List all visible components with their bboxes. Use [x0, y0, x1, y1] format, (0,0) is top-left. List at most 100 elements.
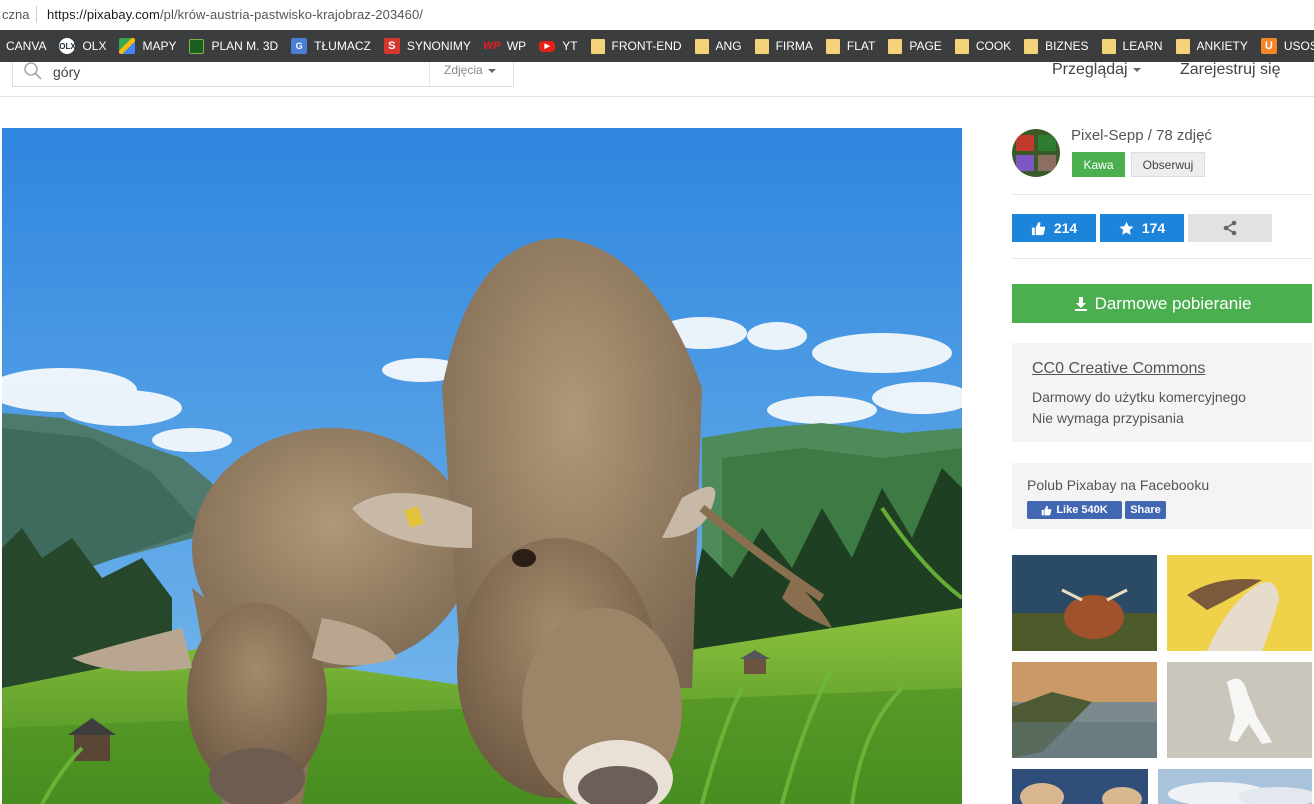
address-bar[interactable]: czna https://pixabay.com/pl/krów-austria… — [0, 0, 1314, 31]
main-photo[interactable] — [2, 128, 962, 804]
divider — [1012, 258, 1312, 259]
folder-icon — [1175, 38, 1190, 54]
bookmark-label: YT — [562, 39, 578, 53]
share-button[interactable] — [1188, 214, 1272, 242]
plan-icon — [189, 38, 205, 54]
separator — [36, 6, 37, 23]
search-bar: Zdjęcia — [12, 62, 514, 87]
bookmark-synonimy[interactable]: S SYNONIMY — [378, 30, 478, 62]
bookmark-flat[interactable]: FLAT — [820, 30, 882, 62]
bookmark-label: FRONT-END — [611, 39, 682, 53]
license-box: CC0 Creative Commons Darmowy do użytku k… — [1012, 343, 1312, 442]
share-icon — [1223, 220, 1237, 236]
star-icon — [1119, 221, 1134, 235]
chevron-down-icon — [1132, 67, 1141, 72]
register-link[interactable]: Zarejestruj się — [1180, 61, 1280, 79]
white-horse-image — [1167, 662, 1312, 758]
youtube-icon: ▶ — [539, 40, 556, 52]
avatar[interactable] — [1012, 129, 1060, 177]
favorites-count: 174 — [1141, 220, 1166, 236]
bookmark-page[interactable]: PAGE — [882, 30, 948, 62]
bookmark-learn[interactable]: LEARN — [1096, 30, 1170, 62]
author-name[interactable]: Pixel-Sepp — [1071, 127, 1144, 144]
related-thumb-animal[interactable] — [1012, 769, 1148, 804]
folder-icon — [1024, 38, 1039, 54]
related-thumb-white-horse[interactable] — [1167, 662, 1312, 758]
browse-menu[interactable]: Przeglądaj — [1052, 61, 1141, 79]
bookmark-label: ANKIETY — [1196, 39, 1248, 53]
related-thumb-clouds[interactable] — [1158, 769, 1312, 804]
horse-image — [1167, 555, 1312, 651]
bookmark-label: LEARN — [1122, 39, 1163, 53]
related-thumb-highland-cow[interactable] — [1012, 555, 1157, 651]
likes-count: 214 — [1053, 220, 1078, 236]
folder-icon — [754, 38, 769, 54]
search-icon — [24, 62, 42, 80]
bookmark-label: FIRMA — [775, 39, 813, 53]
bookmark-label: CANVA — [6, 39, 47, 53]
thumbs-up-icon — [1031, 221, 1045, 235]
bookmark-label: BIZNES — [1045, 39, 1089, 53]
bookmark-usos[interactable]: U USOS — [1255, 30, 1314, 62]
bookmark-label: COOK — [975, 39, 1012, 53]
folder-icon — [888, 38, 903, 54]
clouds-image — [1158, 769, 1312, 804]
url-host: https://pixabay.com — [47, 7, 160, 22]
folder-icon — [825, 38, 840, 54]
bookmark-ang[interactable]: ANG — [689, 30, 749, 62]
folder-icon — [954, 38, 969, 54]
download-button[interactable]: Darmowe pobieranie — [1012, 284, 1312, 323]
search-type-dropdown[interactable]: Zdjęcia — [429, 62, 513, 86]
bookmark-label: SYNONIMY — [406, 39, 471, 53]
bookmark-label: TŁUMACZ — [314, 39, 371, 53]
facebook-like-button[interactable]: Like 540K — [1027, 501, 1122, 519]
search-input[interactable] — [53, 64, 423, 80]
url-path: /pl/krów-austria-pastwisko-krajobraz-203… — [159, 7, 423, 22]
folder-icon — [590, 38, 605, 54]
bookmark-label: ANG — [715, 39, 742, 53]
related-thumb-coast[interactable] — [1012, 662, 1157, 758]
usos-icon: U — [1260, 38, 1277, 54]
facebook-like-label: Like 540K — [1056, 504, 1108, 516]
facebook-share-button[interactable]: Share — [1125, 501, 1166, 519]
bookmark-mapy[interactable]: MAPY — [113, 30, 183, 62]
translate-icon: G — [291, 38, 308, 54]
author-info: Pixel-Sepp / 78 zdjęć — [1071, 127, 1212, 144]
bookmark-ankiety[interactable]: ANKIETY — [1170, 30, 1255, 62]
bookmark-label: OLX — [82, 39, 107, 53]
bookmark-label: USOS — [1283, 39, 1314, 53]
bookmark-yt[interactable]: ▶ YT — [533, 30, 584, 62]
related-thumb-horse[interactable] — [1167, 555, 1312, 651]
wp-icon: wp — [483, 40, 501, 52]
license-title[interactable]: CC0 Creative Commons — [1032, 360, 1205, 378]
bookmark-wp[interactable]: wp WP — [478, 30, 533, 62]
bookmark-cook[interactable]: COOK — [949, 30, 1018, 62]
url-text[interactable]: https://pixabay.com/pl/krów-austria-past… — [47, 7, 423, 22]
folder-icon — [1101, 38, 1116, 54]
bookmark-front-end[interactable]: FRONT-END — [585, 30, 689, 62]
like-button[interactable]: 214 — [1012, 214, 1096, 242]
bookmark-label: FLAT — [846, 39, 876, 53]
coast-image — [1012, 662, 1157, 758]
download-label: Darmowe pobieranie — [1094, 293, 1252, 313]
download-icon — [1074, 296, 1087, 311]
favorite-button[interactable]: 174 — [1100, 214, 1184, 242]
bookmark-canva[interactable]: CANVA — [0, 30, 53, 62]
bookmark-firma[interactable]: FIRMA — [749, 30, 820, 62]
bookmark-plan[interactable]: PLAN M. 3D — [183, 30, 285, 62]
highland-cow-image — [1012, 555, 1157, 651]
bookmark-olx[interactable]: olx OLX — [53, 30, 113, 62]
facebook-box: Polub Pixabay na Facebooku Like 540K Sha… — [1012, 463, 1312, 529]
thumbs-up-icon — [1042, 505, 1052, 515]
olx-icon: olx — [59, 38, 76, 54]
follow-button[interactable]: Obserwuj — [1131, 152, 1205, 177]
bookmark-biznes[interactable]: BIZNES — [1018, 30, 1095, 62]
bookmark-tlumacz[interactable]: G TŁUMACZ — [285, 30, 378, 62]
bookmark-label: PAGE — [909, 39, 942, 53]
bookmarks-bar: CANVA olx OLX MAPY PLAN M. 3D G TŁUMACZ SS… — [0, 30, 1314, 62]
coffee-button[interactable]: Kawa — [1072, 152, 1125, 177]
tab-fragment: czna — [2, 7, 30, 22]
browse-label: Przeglądaj — [1052, 61, 1128, 78]
bookmark-label: MAPY — [142, 39, 177, 53]
bookmark-label: WP — [506, 39, 527, 53]
